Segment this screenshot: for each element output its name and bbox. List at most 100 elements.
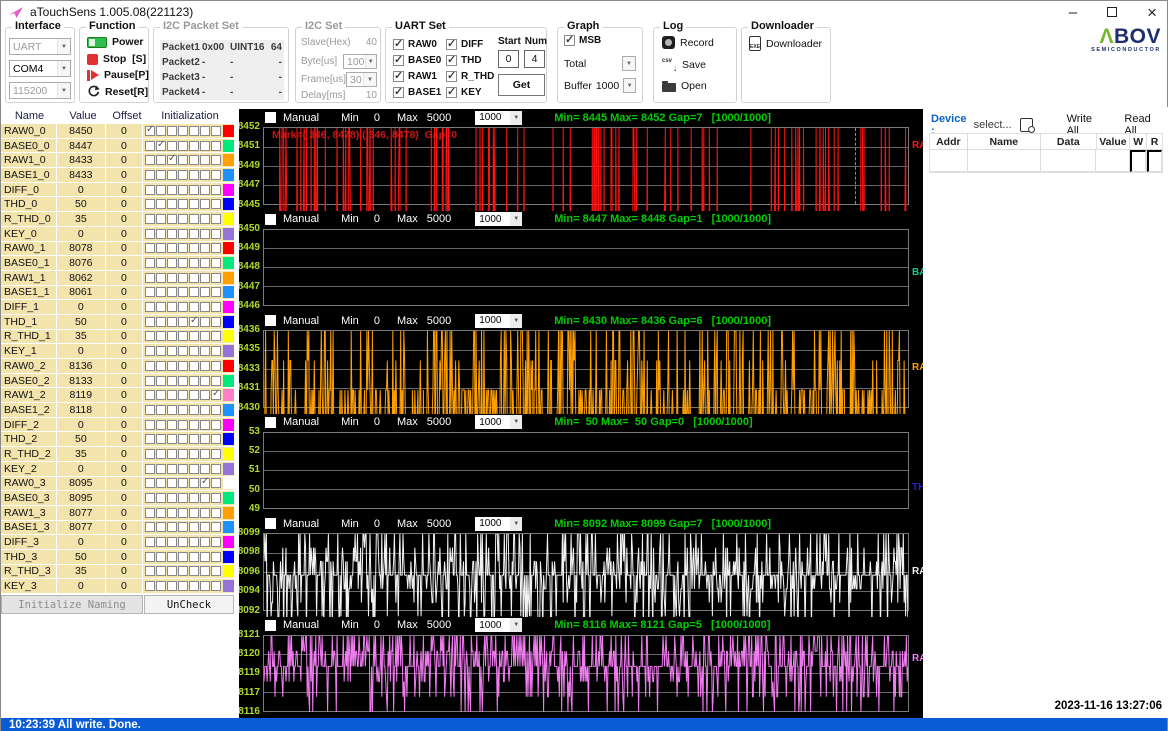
checkbox-icon[interactable] [446, 55, 457, 66]
init-checkbox[interactable] [156, 493, 166, 503]
scale-select[interactable]: 1000▼ [475, 517, 522, 531]
reset-button[interactable]: Reset[R] [87, 85, 148, 98]
init-checkbox[interactable] [178, 581, 188, 591]
init-checkbox[interactable] [200, 199, 210, 209]
msb-checkbox[interactable] [564, 35, 575, 46]
checkbox-icon[interactable] [446, 39, 457, 50]
init-checkbox[interactable] [167, 566, 177, 576]
init-checkbox[interactable] [167, 434, 177, 444]
init-checkbox[interactable] [145, 493, 155, 503]
total-select[interactable]: ▼ [622, 56, 636, 71]
init-checkbox[interactable] [189, 493, 199, 503]
init-checkbox[interactable] [211, 346, 221, 356]
read-checkbox[interactable] [1147, 150, 1162, 172]
init-checkbox[interactable] [211, 478, 221, 488]
uart-check-key[interactable]: KEY [446, 84, 494, 100]
init-checkbox[interactable] [145, 258, 155, 268]
init-checkbox[interactable] [189, 434, 199, 444]
init-checkbox[interactable] [211, 405, 221, 415]
init-checkbox[interactable] [178, 229, 188, 239]
init-checkbox[interactable] [167, 508, 177, 518]
init-checkbox[interactable] [189, 522, 199, 532]
init-checkbox[interactable] [156, 420, 166, 430]
init-checkbox[interactable] [145, 346, 155, 356]
init-checkbox[interactable] [145, 199, 155, 209]
uart-check-base0[interactable]: BASE0 [393, 52, 441, 68]
save-button[interactable]: Save [662, 58, 706, 71]
init-checkbox[interactable] [156, 464, 166, 474]
chevron-down-icon[interactable]: ▼ [57, 61, 70, 76]
init-checkbox[interactable] [200, 537, 210, 547]
init-checkbox[interactable] [200, 508, 210, 518]
init-checkbox[interactable] [189, 214, 199, 224]
num-input[interactable]: 4 [524, 50, 545, 68]
init-checkbox[interactable] [178, 464, 188, 474]
init-checkbox[interactable] [189, 405, 199, 415]
init-checkbox[interactable] [145, 522, 155, 532]
manual-checkbox[interactable] [265, 315, 276, 326]
init-checkbox[interactable] [145, 390, 155, 400]
init-checkbox[interactable] [189, 273, 199, 283]
com-port-select[interactable]: COM4▼ [9, 60, 71, 77]
init-checkbox[interactable] [189, 420, 199, 430]
init-checkbox[interactable] [200, 552, 210, 562]
init-checkbox[interactable] [167, 287, 177, 297]
minimize-button[interactable]: – [1069, 5, 1077, 20]
init-checkbox[interactable] [200, 331, 210, 341]
start-input[interactable]: 0 [498, 50, 519, 68]
init-checkbox[interactable] [178, 537, 188, 547]
init-checkbox[interactable] [211, 581, 221, 591]
init-checkbox[interactable] [200, 522, 210, 532]
init-checkbox[interactable] [178, 376, 188, 386]
init-checkbox[interactable] [211, 126, 221, 136]
uart-check-raw1[interactable]: RAW1 [393, 68, 441, 84]
init-checkbox[interactable] [145, 287, 155, 297]
scale-select[interactable]: 1000▼ [475, 618, 522, 632]
init-checkbox[interactable] [156, 346, 166, 356]
init-checkbox[interactable] [167, 331, 177, 341]
init-checkbox[interactable] [156, 243, 166, 253]
init-checkbox[interactable] [200, 434, 210, 444]
init-checkbox[interactable] [189, 390, 199, 400]
init-checkbox[interactable] [200, 420, 210, 430]
init-checkbox[interactable] [200, 273, 210, 283]
init-checkbox[interactable] [178, 273, 188, 283]
init-checkbox[interactable] [200, 493, 210, 503]
init-checkbox[interactable] [211, 434, 221, 444]
init-checkbox[interactable] [200, 464, 210, 474]
manual-checkbox[interactable] [265, 214, 276, 225]
init-checkbox[interactable] [200, 361, 210, 371]
manual-checkbox[interactable] [265, 518, 276, 529]
init-checkbox[interactable] [200, 478, 210, 488]
init-checkbox[interactable] [145, 478, 155, 488]
init-checkbox[interactable] [167, 126, 177, 136]
init-checkbox[interactable] [189, 552, 199, 562]
init-checkbox[interactable] [145, 141, 155, 151]
init-checkbox[interactable] [178, 522, 188, 532]
init-checkbox[interactable] [156, 155, 166, 165]
scale-select[interactable]: 1000▼ [475, 111, 522, 125]
init-checkbox[interactable] [189, 537, 199, 547]
init-checkbox[interactable] [211, 243, 221, 253]
init-checkbox[interactable] [145, 317, 155, 327]
scale-select[interactable]: 1000▼ [475, 212, 522, 226]
init-checkbox[interactable] [189, 243, 199, 253]
init-checkbox[interactable] [145, 273, 155, 283]
init-checkbox[interactable] [178, 361, 188, 371]
init-checkbox[interactable] [167, 273, 177, 283]
init-checkbox[interactable] [189, 449, 199, 459]
init-checkbox[interactable] [189, 346, 199, 356]
close-button[interactable]: × [1147, 4, 1157, 21]
init-checkbox[interactable] [200, 449, 210, 459]
manual-checkbox[interactable] [265, 112, 276, 123]
init-checkbox[interactable] [189, 566, 199, 576]
checkbox-icon[interactable] [393, 39, 404, 50]
init-checkbox[interactable] [156, 390, 166, 400]
init-checkbox[interactable] [156, 434, 166, 444]
manual-checkbox[interactable] [265, 417, 276, 428]
init-checkbox[interactable] [178, 126, 188, 136]
init-checkbox[interactable] [145, 464, 155, 474]
init-checkbox[interactable] [211, 464, 221, 474]
init-checkbox[interactable] [145, 229, 155, 239]
init-checkbox[interactable] [211, 376, 221, 386]
